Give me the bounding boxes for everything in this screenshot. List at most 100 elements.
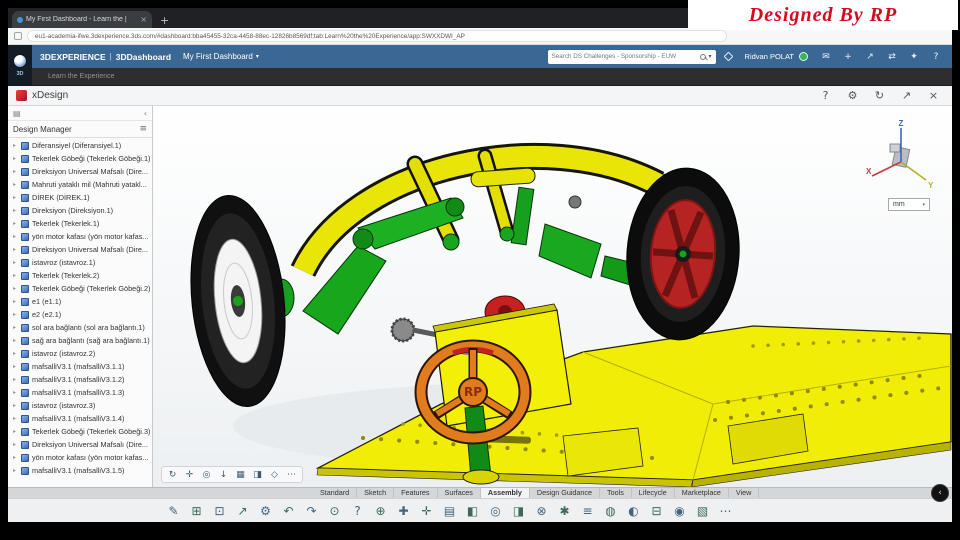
expand-arrow-icon[interactable]: ▸ — [11, 415, 18, 422]
expand-arrow-icon[interactable]: ▸ — [11, 441, 18, 448]
camera-icon[interactable]: ◉ — [669, 501, 690, 521]
tree-item[interactable]: ▸ mafsalliV3.1 (mafsalliV3.1.1) — [8, 360, 152, 373]
ribbon-tab[interactable]: Surfaces — [438, 488, 481, 498]
ribbon-tab[interactable]: Design Guidance — [530, 488, 601, 498]
expand-arrow-icon[interactable]: ▸ — [11, 142, 18, 149]
search-input[interactable] — [551, 53, 697, 60]
ribbon-tab[interactable]: Standard — [313, 488, 358, 498]
add-icon[interactable]: + — [842, 52, 854, 62]
measure-icon[interactable]: ◎ — [485, 501, 506, 521]
insert-component-icon[interactable]: ⊞ — [186, 501, 207, 521]
expand-arrow-icon[interactable]: ▸ — [11, 246, 18, 253]
more-icon[interactable]: ⋯ — [715, 501, 736, 521]
expand-arrow-icon[interactable]: ▸ — [11, 350, 18, 357]
tag-icon[interactable] — [723, 51, 733, 62]
move-component-icon[interactable]: ✛ — [416, 501, 437, 521]
tree-item[interactable]: ▸ sol ara bağlantı (sol ara bağlantı.1) — [8, 321, 152, 334]
maximize-icon[interactable]: ↗ — [900, 89, 913, 102]
ribbon-tab[interactable]: Sketch — [357, 488, 395, 498]
display-style-icon[interactable]: ◐ — [623, 501, 644, 521]
tree-item[interactable]: ▸ mafsalliV3.1 (mafsalliV3.1.5) — [8, 464, 152, 477]
tree-item[interactable]: ▸ sağ ara bağlantı (sağ ara bağlantı.1) — [8, 334, 152, 347]
tree-item[interactable]: ▸ istavroz (istavroz.3) — [8, 399, 152, 412]
pan-icon[interactable]: ✛ — [182, 470, 197, 480]
views-icon[interactable]: ▧ — [692, 501, 713, 521]
refresh-icon[interactable]: ↻ — [873, 89, 886, 102]
fastener-icon[interactable]: ✚ — [393, 501, 414, 521]
search-box[interactable]: ▾ — [547, 49, 716, 64]
rotate-view-icon[interactable]: ↻ — [165, 470, 180, 480]
tree-item[interactable]: ▸ Mahruti yataklı mil (Mahruti yatakl... — [8, 178, 152, 191]
tree-item[interactable]: ▸ Direksiyon Universal Mafsalı (Dire... — [8, 165, 152, 178]
message-icon[interactable]: ✉ — [820, 52, 832, 62]
3d-model-canvas[interactable]: RP — [153, 106, 952, 487]
expand-arrow-icon[interactable]: ▸ — [11, 454, 18, 461]
panel-menu-icon[interactable]: ≡ — [139, 124, 147, 134]
3d-viewport[interactable]: RP Z X Y mm ▾ ↻ ✛ ◎ ↓ ▦ ◨ ◇ ⋯ — [153, 106, 952, 487]
expand-arrow-icon[interactable]: ▸ — [11, 207, 18, 214]
tree-item[interactable]: ▸ yön motor kafası (yön motor kafas... — [8, 451, 152, 464]
mate-icon[interactable]: ⊕ — [370, 501, 391, 521]
tree-item[interactable]: ▸ yön motor kafası (yön motor kafas... — [8, 230, 152, 243]
help-icon[interactable]: ? — [930, 52, 942, 62]
expand-arrow-icon[interactable]: ▸ — [11, 194, 18, 201]
expand-arrow-icon[interactable]: ▸ — [11, 324, 18, 331]
interference-icon[interactable]: ⊗ — [531, 501, 552, 521]
dashboard-selector[interactable]: My First Dashboard ▾ — [183, 52, 259, 61]
expand-arrow-icon[interactable]: ▸ — [11, 272, 18, 279]
tree-item[interactable]: ▸ Tekerlek (Tekerlek.2) — [8, 269, 152, 282]
tree-item[interactable]: ▸ Direksiyon Universal Mafsalı (Dire... — [8, 438, 152, 451]
help-icon[interactable]: ? — [347, 501, 368, 521]
expand-arrow-icon[interactable]: ▸ — [11, 233, 18, 240]
explode-icon[interactable]: ✱ — [554, 501, 575, 521]
left-wheel[interactable] — [181, 191, 295, 411]
tree-item[interactable]: ▸ e2 (e2.1) — [8, 308, 152, 321]
apps-icon[interactable]: ✦ — [908, 52, 920, 62]
pattern-icon[interactable]: ▤ — [439, 501, 460, 521]
undo-icon[interactable]: ↶ — [278, 501, 299, 521]
expand-arrow-icon[interactable]: ▸ — [11, 402, 18, 409]
section-view-icon[interactable]: ◨ — [250, 470, 265, 480]
search-scope-caret-icon[interactable]: ▾ — [709, 53, 712, 60]
browser-tab[interactable]: My First Dashboard - Learn the | × — [12, 11, 152, 28]
section-icon[interactable]: ◨ — [508, 501, 529, 521]
zoom-fit-icon[interactable]: ◎ — [199, 470, 214, 480]
tab-close-icon[interactable]: × — [140, 15, 147, 24]
tree-item[interactable]: ▸ Direksiyon Universal Mafsalı (Dire... — [8, 243, 152, 256]
expand-arrow-icon[interactable]: ▸ — [11, 285, 18, 292]
grid-icon[interactable]: ▦ — [233, 470, 248, 480]
tree-item[interactable]: ▸ Diferansiyel (Diferansiyel.1) — [8, 139, 152, 152]
print-icon[interactable]: ⊟ — [646, 501, 667, 521]
tree-item[interactable]: ▸ mafsalliV3.1 (mafsalliV3.1.2) — [8, 373, 152, 386]
tree-item[interactable]: ▸ istavroz (istavroz.1) — [8, 256, 152, 269]
3ds-compass-icon[interactable] — [13, 54, 27, 68]
tree-item[interactable]: ▸ e1 (e1.1) — [8, 295, 152, 308]
ribbon-tab[interactable]: Assembly — [480, 488, 530, 498]
appearance-icon[interactable]: ◍ — [600, 501, 621, 521]
settings-icon[interactable]: ⚙ — [255, 501, 276, 521]
tree-item[interactable]: ▸ Tekerlek Göbeği (Tekerlek Göbeği.1) — [8, 152, 152, 165]
ground-view-icon[interactable]: ↓ — [216, 470, 231, 480]
right-wheel[interactable] — [621, 164, 745, 343]
design-icon[interactable]: ✎ — [163, 501, 184, 521]
expand-arrow-icon[interactable]: ▸ — [11, 168, 18, 175]
expand-arrow-icon[interactable]: ▸ — [11, 376, 18, 383]
tree-item[interactable]: ▸ Tekerlek Göbeği (Tekerlek Göbeği.2) — [8, 282, 152, 295]
save-icon[interactable]: ⊡ — [209, 501, 230, 521]
expand-arrow-icon[interactable]: ▸ — [11, 181, 18, 188]
expand-arrow-icon[interactable]: ▸ — [11, 311, 18, 318]
close-icon[interactable]: × — [927, 89, 940, 102]
mirror-icon[interactable]: ◧ — [462, 501, 483, 521]
dashboard-tab[interactable]: Learn the Experience — [48, 73, 115, 80]
ribbon-tab[interactable]: Features — [394, 488, 438, 498]
expand-arrow-icon[interactable]: ▸ — [11, 428, 18, 435]
url-field[interactable]: eu1-academia-ifwe.3dexperience.3ds.com/#… — [27, 30, 727, 42]
more-tools-icon[interactable]: ⋯ — [284, 470, 299, 480]
community-icon[interactable]: ⇄ — [886, 52, 898, 62]
share-icon[interactable]: ↗ — [232, 501, 253, 521]
share-icon[interactable]: ↗ — [864, 52, 876, 62]
assistant-button[interactable]: ‹ — [931, 484, 949, 502]
tree-item[interactable]: ▸ Tekerlek (Tekerlek.1) — [8, 217, 152, 230]
ribbon-tab[interactable]: View — [729, 488, 760, 498]
expand-arrow-icon[interactable]: ▸ — [11, 337, 18, 344]
